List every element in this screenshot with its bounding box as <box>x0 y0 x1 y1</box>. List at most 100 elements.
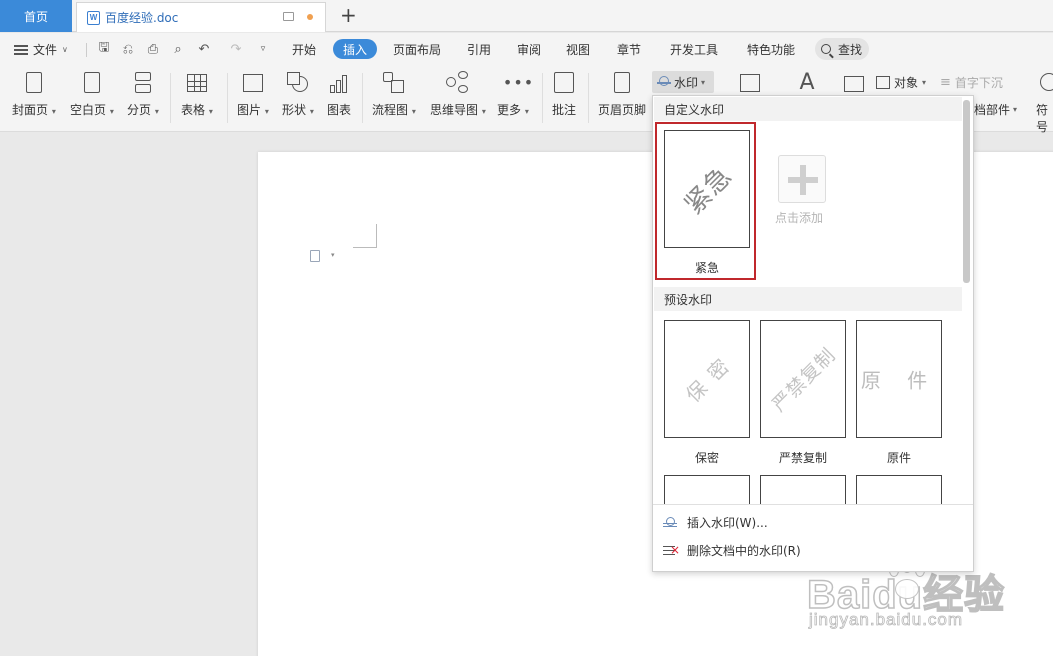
tab-start[interactable]: 开始 <box>292 41 316 58</box>
watermark-dropdown: 自定义水印 紧急 紧急 点击添加 预设水印 保 密 保密 严禁复制 严禁复制 原… <box>652 95 974 572</box>
symbol-label: 符号 <box>1036 103 1049 134</box>
baidu-url-text: jingyan.baidu.com <box>809 610 964 630</box>
watermark-icon <box>657 76 671 88</box>
search-button[interactable]: 查找 <box>815 38 869 60</box>
page-break-button[interactable]: 分页 ▾ <box>127 71 159 118</box>
flowchart-button[interactable]: 流程图 ▾ <box>372 71 416 118</box>
mindmap-button[interactable]: 思维导图 ▾ <box>430 71 486 118</box>
shape-icon <box>286 71 310 95</box>
tab-document[interactable]: W 百度经验.doc <box>76 2 326 32</box>
mindmap-label: 思维导图 <box>430 103 479 117</box>
add-watermark-label[interactable]: 点击添加 <box>775 209 823 226</box>
tab-view[interactable]: 视图 <box>566 41 590 58</box>
doc-parts-label: 档部件 <box>974 103 1011 117</box>
word-doc-icon: W <box>87 10 100 25</box>
print-preview-icon[interactable]: ⌕ <box>170 41 186 57</box>
table-button[interactable]: 表格 ▾ <box>181 71 213 118</box>
page-break-icon <box>131 71 155 95</box>
shape-button[interactable]: 形状 ▾ <box>282 71 314 118</box>
comment-label: 批注 <box>552 103 577 117</box>
insert-watermark-item[interactable]: 插入水印(W)... <box>663 514 768 531</box>
file-menu-label: 文件 <box>33 43 58 57</box>
header-footer-icon <box>610 71 634 95</box>
watermark-button[interactable]: 水印 ▾ <box>652 71 714 93</box>
tab-review[interactable]: 审阅 <box>517 41 541 58</box>
tab-home[interactable]: 首页 <box>0 0 72 32</box>
shape-label: 形状 <box>282 103 307 117</box>
picture-icon <box>241 71 265 95</box>
divider <box>227 73 228 123</box>
divider <box>170 73 171 123</box>
tab-references[interactable]: 引用 <box>467 41 491 58</box>
blank-page-button[interactable]: 空白页 ▾ <box>70 71 114 118</box>
chart-icon <box>327 71 351 95</box>
file-menu[interactable]: 文件 ∨ <box>14 41 68 58</box>
redo-icon[interactable]: ↷ <box>228 41 244 57</box>
blank-page-icon <box>80 71 104 95</box>
table-icon <box>185 71 209 95</box>
tab-developer[interactable]: 开发工具 <box>670 41 718 58</box>
watermark-actions: 插入水印(W)... 删除文档中的水印(R) <box>653 504 973 571</box>
object-icon <box>876 76 890 89</box>
preset-watermark-heading: 预设水印 <box>654 287 962 311</box>
monitor-icon[interactable] <box>283 12 294 21</box>
calendar-icon <box>842 71 866 95</box>
object-button[interactable]: 对象 ▾ <box>876 74 926 91</box>
add-watermark-plus-icon[interactable] <box>778 155 826 203</box>
baidu-jingyan-watermark: Baidu经验 jingyan.baidu.com <box>806 560 1047 650</box>
chevron-down-icon: ∨ <box>62 45 68 54</box>
doc-parts-button[interactable]: 档部件 ▾ <box>974 101 1017 118</box>
cover-page-button[interactable]: 封面页 ▾ <box>12 71 56 118</box>
more-label: 更多 <box>497 103 522 117</box>
delete-watermark-item[interactable]: 删除文档中的水印(R) <box>663 542 801 559</box>
print-icon[interactable]: ⎙ <box>145 41 161 57</box>
tab-special-features[interactable]: 特色功能 <box>747 41 795 58</box>
drop-cap-icon: ≡ <box>940 75 951 90</box>
new-tab-plus-icon[interactable]: + <box>340 4 357 26</box>
format-painter-icon[interactable]: ⎌ <box>120 41 136 57</box>
comment-button[interactable]: 批注 <box>552 71 576 118</box>
search-icon <box>821 44 831 54</box>
divider <box>542 73 543 123</box>
chevron-down-icon[interactable]: ▾ <box>331 251 335 259</box>
watermark-preview-text: 严禁复制 <box>767 343 841 417</box>
paragraph-layout-icon[interactable] <box>310 250 320 262</box>
text-box-icon <box>738 71 762 95</box>
divider <box>362 73 363 123</box>
margin-corner-mark <box>353 224 377 248</box>
scrollbar-thumb[interactable] <box>963 100 970 283</box>
more-button[interactable]: ••• 更多 ▾ <box>497 71 535 118</box>
watermark-label: 水印 <box>674 75 699 90</box>
divider <box>86 43 87 57</box>
chevron-down-icon: ▾ <box>701 77 706 87</box>
customize-toolbar-icon[interactable]: ▿ <box>255 41 271 57</box>
blank-page-label: 空白页 <box>70 103 107 117</box>
tab-insert[interactable]: 插入 <box>333 39 377 59</box>
unsaved-dot-icon <box>307 14 313 20</box>
undo-icon[interactable]: ↶ <box>196 41 212 57</box>
picture-button[interactable]: 图片 ▾ <box>237 71 269 118</box>
header-footer-button[interactable]: 页眉页脚 <box>598 71 646 118</box>
delete-watermark-label: 删除文档中的水印(R) <box>687 544 801 558</box>
more-dots-icon: ••• <box>502 73 535 92</box>
selected-highlight <box>655 122 756 280</box>
comment-icon <box>552 71 576 95</box>
tab-bar: 首页 W 百度经验.doc + <box>0 0 1053 32</box>
drop-cap-label: 首字下沉 <box>954 76 1003 90</box>
divider <box>588 73 589 123</box>
watermark-card-confidential[interactable]: 保 密 <box>664 320 750 438</box>
word-art-icon: A <box>799 70 815 95</box>
page-break-label: 分页 <box>127 103 152 117</box>
chart-button[interactable]: 图表 <box>327 71 351 118</box>
save-icon[interactable]: 🖫 <box>96 40 112 57</box>
watermark-card-original[interactable]: 原 件 <box>856 320 942 438</box>
tab-section[interactable]: 章节 <box>617 41 641 58</box>
tab-page-layout[interactable]: 页面布局 <box>393 41 441 58</box>
watermark-card-no-copy[interactable]: 严禁复制 <box>760 320 846 438</box>
insert-watermark-icon <box>663 516 677 529</box>
watermark-preview-text: 保 密 <box>681 353 736 408</box>
symbol-button[interactable]: 符号 <box>1036 101 1053 135</box>
picture-label: 图片 <box>237 103 262 117</box>
drop-cap-button[interactable]: ≡ 首字下沉 <box>940 74 1003 91</box>
cover-page-label: 封面页 <box>12 103 49 117</box>
